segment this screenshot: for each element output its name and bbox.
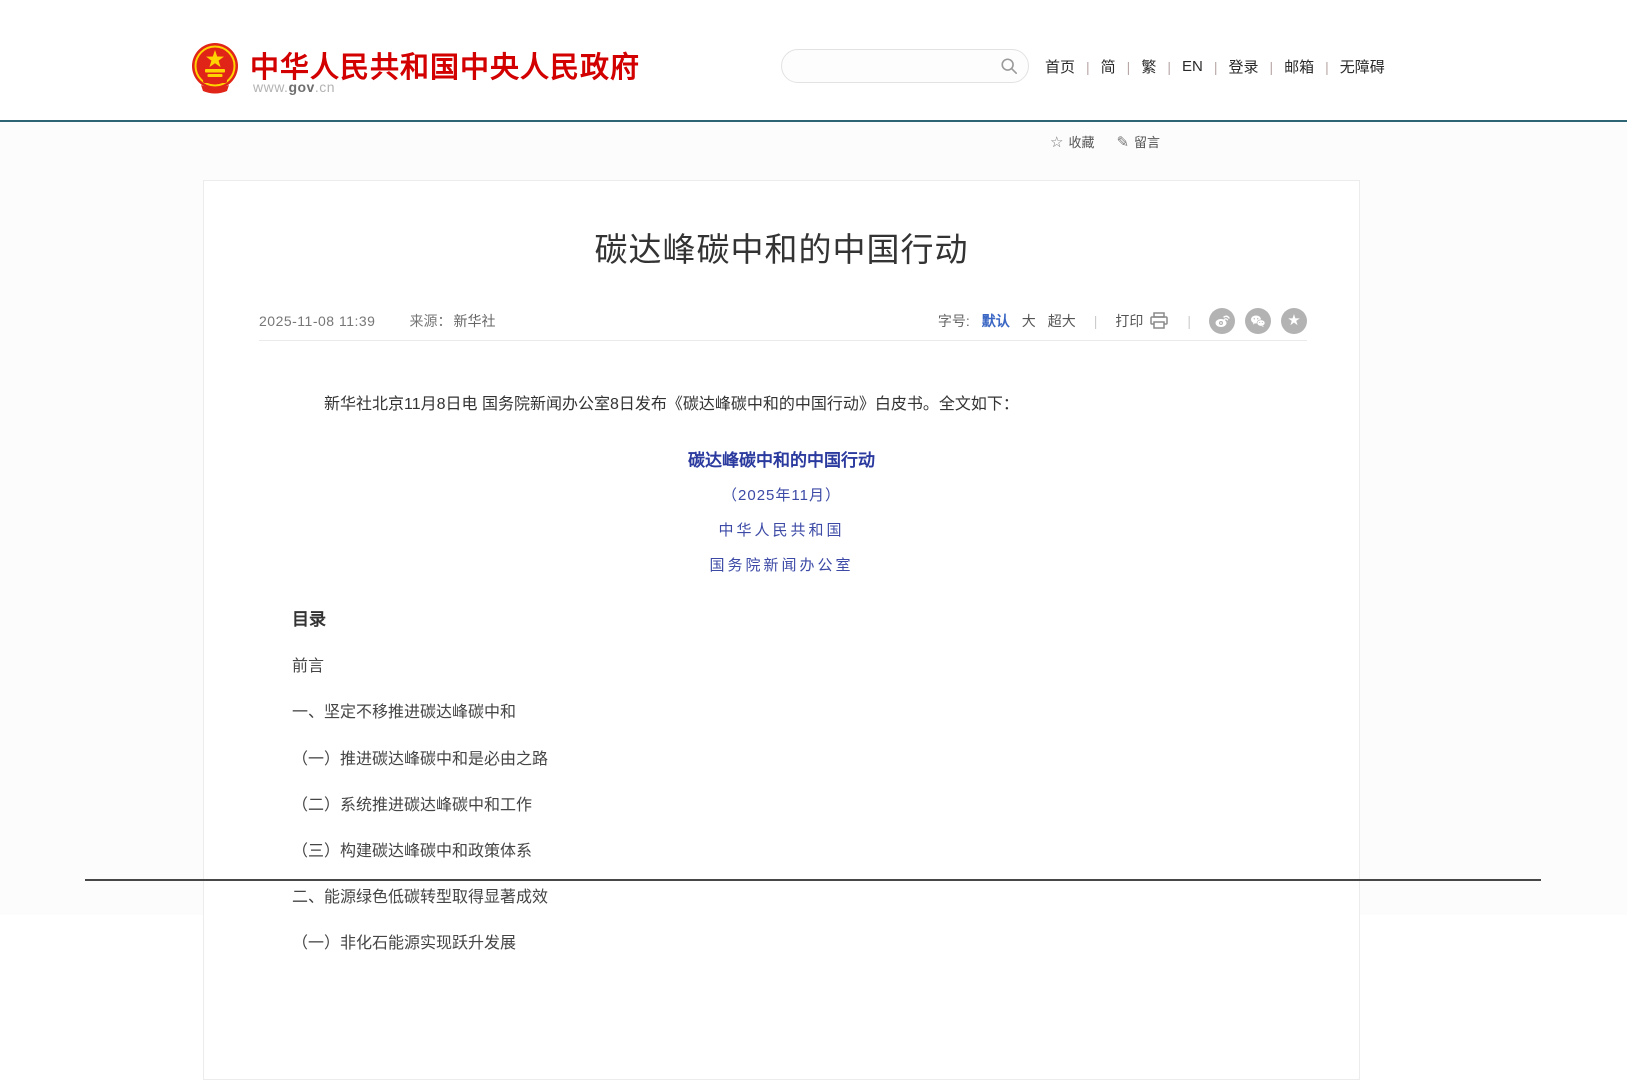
wechat-icon	[1250, 313, 1266, 329]
toc-item: （三）构建碳达峰碳中和政策体系	[292, 842, 1271, 861]
nav-simplified[interactable]: 简	[1101, 56, 1116, 77]
document-org-line1: 中华人民共和国	[204, 519, 1359, 540]
nav-english[interactable]: EN	[1182, 58, 1203, 75]
share-wechat-button[interactable]	[1245, 308, 1271, 334]
nav-separator: |	[1269, 59, 1273, 75]
printer-icon	[1149, 312, 1169, 330]
print-button[interactable]: 打印	[1115, 311, 1169, 331]
nav-home[interactable]: 首页	[1045, 56, 1075, 77]
fontsize-default-button[interactable]: 默认	[982, 311, 1010, 331]
document-title: 碳达峰碳中和的中国行动	[204, 446, 1359, 471]
toc-item: 二、能源绿色低碳转型取得显著成效	[292, 888, 1271, 907]
star-icon: ★	[1287, 313, 1300, 328]
article-title: 碳达峰碳中和的中国行动	[204, 223, 1359, 271]
nav-separator: |	[1167, 59, 1171, 75]
fontsize-large-button[interactable]: 大	[1022, 311, 1036, 331]
fontsize-xlarge-button[interactable]: 超大	[1048, 311, 1076, 331]
toc-item: （一）推进碳达峰碳中和是必由之路	[292, 750, 1271, 769]
search-box[interactable]	[781, 49, 1029, 83]
top-nav: 首页 | 简 | 繁 | EN | 登录 | 邮箱 | 无障碍	[1045, 56, 1385, 77]
nav-accessibility[interactable]: 无障碍	[1340, 56, 1385, 77]
comment-label: 留言	[1134, 132, 1160, 151]
article-card: 碳达峰碳中和的中国行动 2025-11-08 11:39 来源： 新华社 字号:…	[203, 180, 1360, 1080]
toc-item: 前言	[292, 657, 1271, 676]
bottom-divider	[85, 879, 1541, 881]
toolbar-separator: |	[1088, 313, 1104, 329]
favorite-button[interactable]: ☆ 收藏	[1050, 132, 1094, 151]
document-org-line2: 国务院新闻办公室	[204, 554, 1359, 575]
toc-item: （一）非化石能源实现跃升发展	[292, 934, 1271, 953]
site-header: 中华人民共和国中央人民政府 www.gov.cn 首页 | 简 | 繁 | EN…	[0, 0, 1627, 120]
nav-mail[interactable]: 邮箱	[1284, 56, 1314, 77]
national-emblem-logo	[191, 41, 239, 95]
nav-login[interactable]: 登录	[1228, 56, 1258, 77]
article-meta-bar: 2025-11-08 11:39 来源： 新华社 字号: 默认 大 超大 | 打…	[259, 301, 1307, 341]
toc-heading: 目录	[292, 605, 1271, 630]
pen-icon: ✎	[1116, 133, 1129, 151]
toc-item: 一、坚定不移推进碳达峰碳中和	[292, 703, 1271, 722]
lead-paragraph: 新华社北京11月8日电 国务院新闻办公室8日发布《碳达峰碳中和的中国行动》白皮书…	[292, 391, 1271, 418]
favorite-label: 收藏	[1068, 132, 1094, 151]
document-date: （2025年11月）	[204, 484, 1359, 505]
site-url-prefix: www.	[253, 79, 288, 95]
nav-separator: |	[1086, 59, 1090, 75]
star-outline-icon: ☆	[1050, 133, 1063, 151]
site-url: www.gov.cn	[253, 79, 335, 95]
site-url-suffix: .cn	[315, 79, 335, 95]
site-url-gov: gov	[288, 79, 314, 95]
nav-separator: |	[1214, 59, 1218, 75]
table-of-contents: 前言 一、坚定不移推进碳达峰碳中和 （一）推进碳达峰碳中和是必由之路 （二）系统…	[292, 657, 1271, 953]
publish-date: 2025-11-08 11:39	[259, 313, 375, 329]
fontsize-label: 字号:	[938, 311, 970, 331]
nav-separator: |	[1127, 59, 1131, 75]
toolbar-separator: |	[1181, 313, 1197, 329]
share-weibo-button[interactable]	[1209, 308, 1235, 334]
share-favorite-button[interactable]: ★	[1281, 308, 1307, 334]
quick-actions: ☆ 收藏 ✎ 留言	[1050, 132, 1160, 151]
source-label: 来源：	[409, 311, 451, 331]
nav-traditional[interactable]: 繁	[1141, 56, 1156, 77]
search-icon[interactable]	[1000, 57, 1018, 75]
toc-item: （二）系统推进碳达峰碳中和工作	[292, 796, 1271, 815]
comment-button[interactable]: ✎ 留言	[1116, 132, 1160, 151]
search-input[interactable]	[798, 58, 1000, 74]
print-label: 打印	[1115, 311, 1143, 331]
nav-separator: |	[1325, 59, 1329, 75]
article-toolbar: 字号: 默认 大 超大 | 打印 |	[938, 308, 1307, 334]
share-icons: ★	[1209, 308, 1307, 334]
source-name: 新华社	[453, 311, 495, 331]
weibo-icon	[1214, 313, 1230, 329]
